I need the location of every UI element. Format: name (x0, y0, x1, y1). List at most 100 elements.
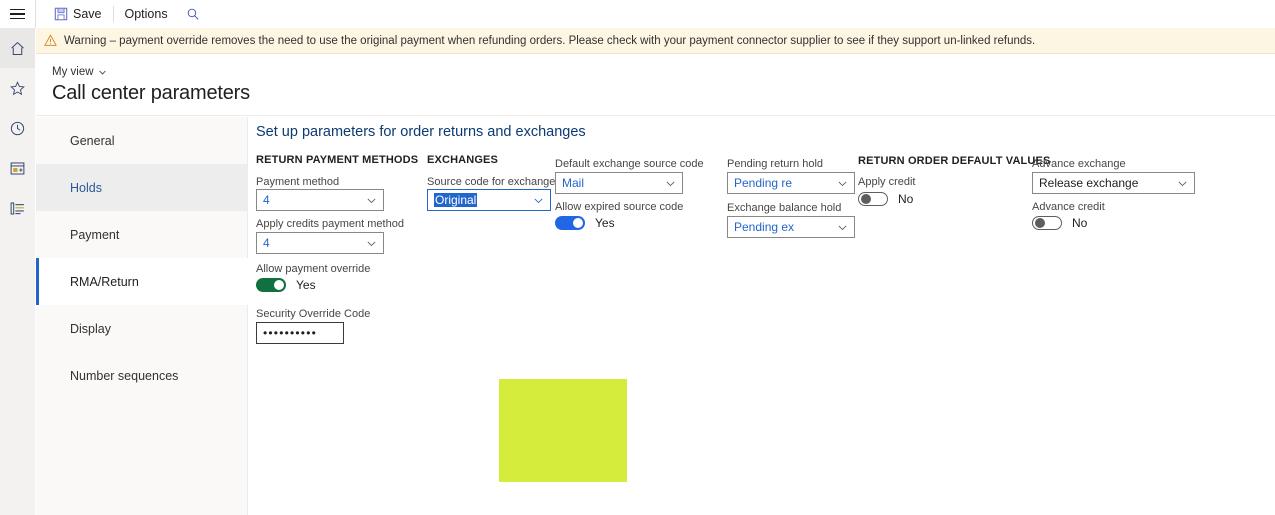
view-selector[interactable]: My view (52, 66, 107, 78)
sidebar-item-general[interactable]: General (36, 117, 248, 164)
toggle-knob (1035, 218, 1045, 228)
home-icon (11, 41, 24, 55)
search-button[interactable] (177, 0, 209, 28)
security-override-code-input[interactable]: •••••••••• (256, 322, 344, 344)
chevron-down-icon (838, 181, 847, 186)
chevron-down-icon (534, 198, 543, 203)
sidebar-item-display[interactable]: Display (36, 305, 248, 352)
chevron-down-icon (367, 198, 376, 203)
sidebar-item-number-sequences[interactable]: Number sequences (36, 352, 248, 399)
rail-item-modules[interactable] (0, 188, 35, 228)
page-header: My view Call center parameters (36, 54, 1275, 116)
advance-exchange-label: Advance exchange (1032, 158, 1126, 170)
sidebar-item-label: Number sequences (70, 368, 179, 383)
security-override-code-label: Security Override Code (256, 308, 371, 320)
group-header-exchanges: EXCHANGES (427, 154, 499, 166)
advance-credit-value: No (1072, 216, 1088, 230)
save-floppy-icon (54, 7, 68, 21)
rail-item-workspaces[interactable] (0, 148, 35, 188)
chevron-down-icon (367, 241, 376, 246)
rail-item-home[interactable] (0, 28, 35, 68)
group-header-return-order-default-values: RETURN ORDER DEFAULT VALUES (858, 155, 1051, 167)
apply-credit-value: No (898, 192, 914, 206)
clock-icon (10, 121, 25, 135)
warning-message-bar: Warning – payment override removes the n… (36, 28, 1275, 54)
apply-credits-payment-method-value: 4 (263, 236, 270, 250)
top-command-bar: Save Options (0, 0, 1275, 28)
parameters-tab-list: General Holds Payment RMA/Return Display… (36, 117, 248, 515)
app-window: Save Options Warning – payment override … (0, 0, 1275, 515)
source-code-for-exchange-label: Source code for exchange (427, 176, 556, 188)
toggle-knob (274, 280, 284, 290)
rail-item-favorites[interactable] (0, 68, 35, 108)
sidebar-item-label: RMA/Return (70, 274, 139, 289)
allow-expired-source-code-label: Allow expired source code (555, 201, 684, 213)
payment-override-highlight (499, 379, 627, 482)
pending-return-hold-value: Pending re (734, 176, 793, 190)
chevron-down-icon (98, 70, 106, 75)
exchange-balance-hold-dropdown[interactable]: Pending ex (727, 216, 855, 238)
exchange-balance-hold-value: Pending ex (734, 220, 795, 234)
exchange-balance-hold-label: Exchange balance hold (727, 202, 842, 214)
sidebar-item-label: General (70, 133, 115, 148)
apply-credits-payment-method-label: Apply credits payment method (256, 218, 404, 230)
save-label: Save (73, 7, 102, 21)
section-title: Set up parameters for order returns and … (256, 124, 586, 140)
list-icon (10, 201, 24, 215)
allow-payment-override-toggle[interactable] (256, 278, 286, 292)
command-buttons: Save Options (36, 0, 209, 28)
pending-return-hold-dropdown[interactable]: Pending re (727, 172, 855, 194)
toggle-knob (861, 194, 871, 204)
options-button[interactable]: Options (116, 0, 177, 28)
allow-payment-override-toggle-group: Yes (256, 278, 316, 292)
left-nav-rail (0, 28, 35, 515)
page-title: Call center parameters (52, 82, 250, 104)
parameters-content-pane: Set up parameters for order returns and … (249, 117, 1275, 515)
sidebar-item-rma-return[interactable]: RMA/Return (36, 258, 248, 305)
hamburger-menu-icon[interactable] (0, 0, 35, 28)
advance-credit-toggle-group: No (1032, 216, 1087, 230)
sidebar-item-payment[interactable]: Payment (36, 211, 248, 258)
allow-payment-override-label: Allow payment override (256, 263, 371, 275)
allow-expired-source-code-value: Yes (595, 216, 615, 230)
chevron-down-icon (1178, 181, 1187, 186)
chevron-down-icon (666, 181, 675, 186)
apply-credits-payment-method-dropdown[interactable]: 4 (256, 232, 384, 254)
advance-exchange-dropdown[interactable]: Release exchange (1032, 172, 1195, 194)
toggle-knob (573, 218, 583, 228)
search-magnifier-icon (187, 8, 199, 20)
star-icon (10, 80, 25, 95)
pending-return-hold-label: Pending return hold (727, 158, 824, 170)
rail-item-recent[interactable] (0, 108, 35, 148)
apply-credit-toggle-group: No (858, 192, 913, 206)
advance-credit-label: Advance credit (1032, 201, 1105, 213)
chevron-down-icon (838, 225, 847, 230)
group-header-return-payment-methods: RETURN PAYMENT METHODS (256, 154, 419, 166)
default-exchange-source-code-dropdown[interactable]: Mail (555, 172, 683, 194)
sidebar-item-label: Display (70, 321, 111, 336)
default-exchange-source-code-label: Default exchange source code (555, 158, 704, 170)
default-exchange-source-code-value: Mail (562, 176, 585, 190)
warning-triangle-icon (44, 34, 57, 46)
allow-expired-source-code-toggle-group: Yes (555, 216, 615, 230)
sidebar-item-holds[interactable]: Holds (36, 164, 248, 211)
allow-expired-source-code-toggle[interactable] (555, 216, 585, 230)
apply-credit-label: Apply credit (858, 176, 916, 188)
advance-credit-toggle[interactable] (1032, 216, 1062, 230)
payment-method-dropdown[interactable]: 4 (256, 189, 384, 211)
workspace-icon (10, 161, 25, 175)
source-code-for-exchange-dropdown[interactable]: Original (427, 189, 551, 211)
allow-payment-override-value: Yes (296, 278, 316, 292)
payment-method-label: Payment method (256, 176, 340, 188)
warning-text: Warning – payment override removes the n… (64, 34, 1036, 47)
options-label: Options (124, 7, 168, 21)
payment-method-value: 4 (263, 193, 270, 207)
apply-credit-toggle[interactable] (858, 192, 888, 206)
save-button[interactable]: Save (45, 0, 111, 28)
command-separator (112, 6, 114, 22)
source-code-for-exchange-value: Original (434, 193, 478, 207)
security-override-code-value: •••••••••• (263, 326, 318, 340)
advance-exchange-value: Release exchange (1039, 176, 1139, 190)
view-selector-label: My view (52, 66, 94, 78)
sidebar-item-label: Holds (70, 180, 102, 195)
